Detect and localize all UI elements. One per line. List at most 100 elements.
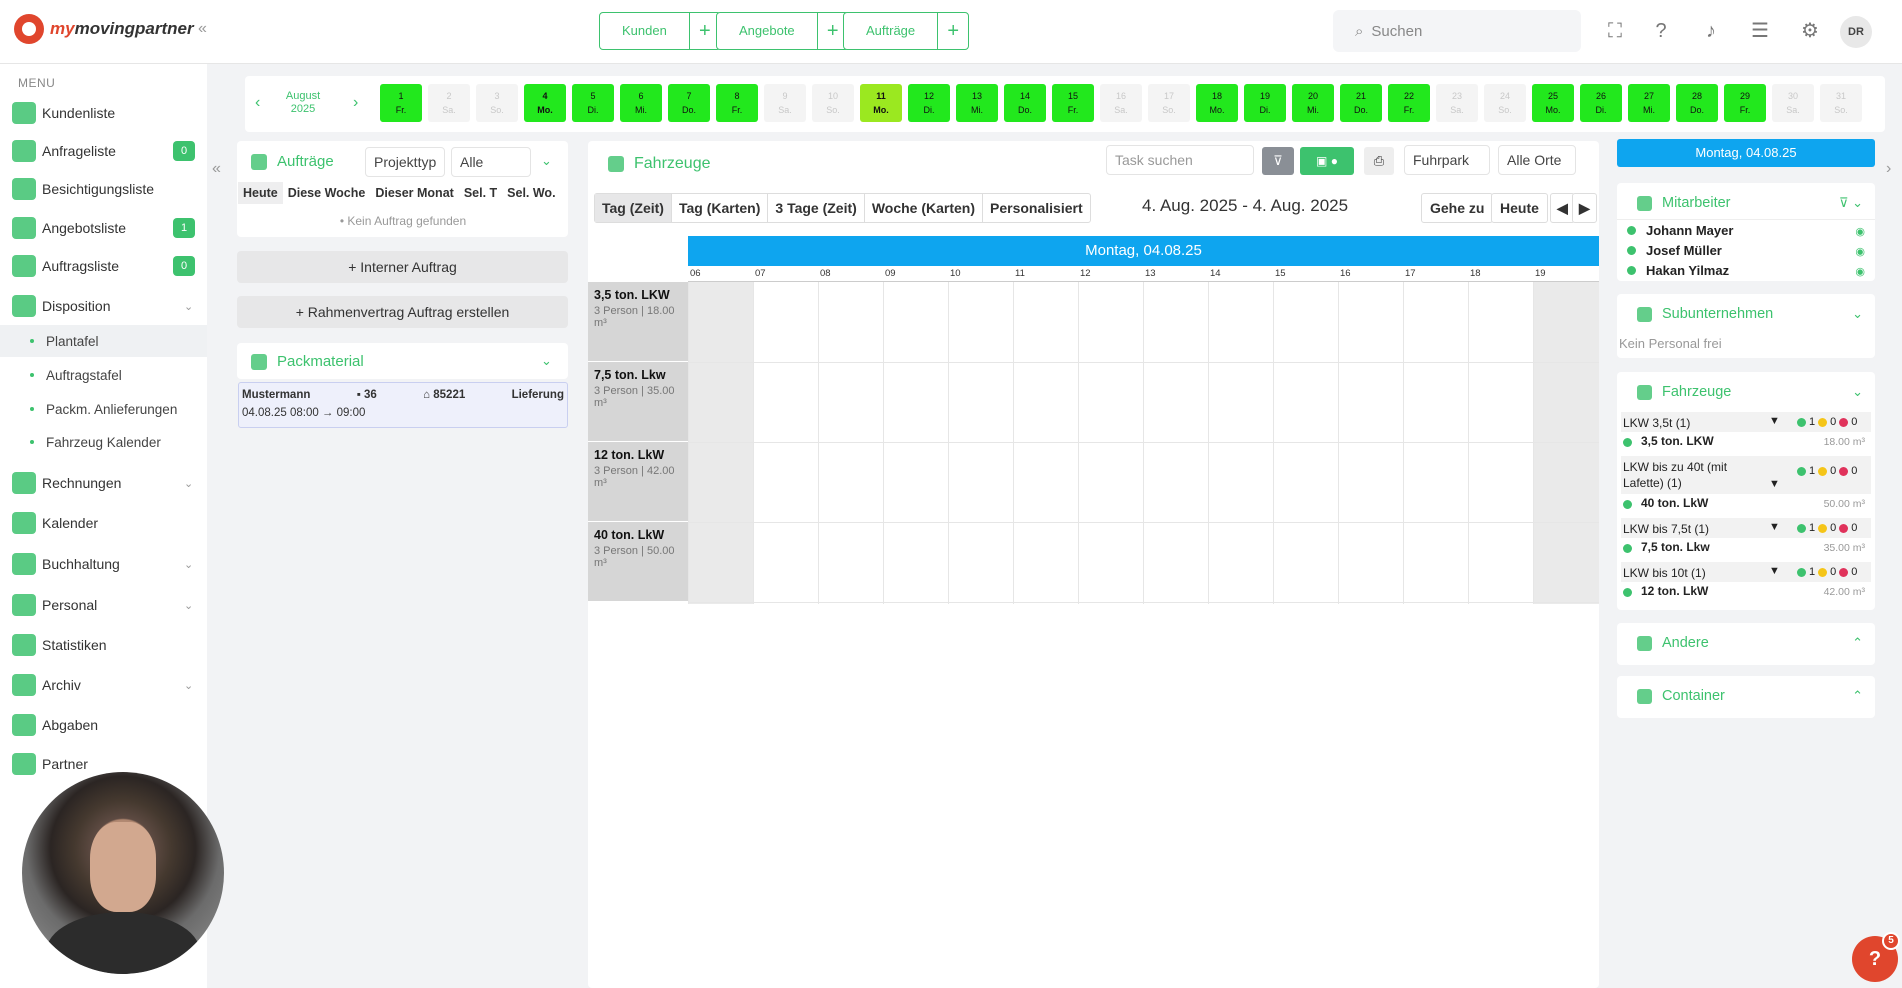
day-cell[interactable]: 8 Fr.: [716, 84, 758, 122]
day-cell[interactable]: 25 Mo.: [1532, 84, 1574, 122]
day-cell[interactable]: 22 Fr.: [1388, 84, 1430, 122]
sidebar-item-statistiken[interactable]: Statistiken: [0, 628, 207, 662]
day-cell[interactable]: 24 So.: [1484, 84, 1526, 122]
sidebar-item-kalender[interactable]: Kalender: [0, 506, 207, 540]
interner-auftrag-button[interactable]: + Interner Auftrag: [237, 251, 568, 283]
day-cell[interactable]: 9 Sa.: [764, 84, 806, 122]
day-cell[interactable]: 18 Mo.: [1196, 84, 1238, 122]
filter-chevron-icon[interactable]: ⊽ ⌄: [1839, 195, 1863, 211]
tab-personalisiert[interactable]: Personalisiert: [983, 194, 1090, 222]
day-cell[interactable]: 3 So.: [476, 84, 518, 122]
day-cell[interactable]: 28 Do.: [1676, 84, 1718, 122]
day-cell[interactable]: 10 So.: [812, 84, 854, 122]
goto-button[interactable]: Gehe zu: [1421, 193, 1494, 223]
day-cell[interactable]: 6 Mi.: [620, 84, 662, 122]
sidebar-item-angebotsliste[interactable]: Angebotsliste 1: [0, 211, 207, 245]
filter-icon[interactable]: ⊽: [1262, 147, 1294, 175]
day-cell[interactable]: 7 Do.: [668, 84, 710, 122]
sidebar-item-besichtigungsliste[interactable]: Besichtigungsliste: [0, 172, 207, 206]
status-select[interactable]: Alle: [451, 147, 531, 177]
sidebar-item-anfrageliste[interactable]: Anfrageliste 0: [0, 134, 207, 168]
tab-sel-wo[interactable]: Sel. Wo.: [502, 182, 560, 204]
next-month-icon[interactable]: ›: [353, 94, 358, 112]
vehicle-row[interactable]: 40 ton. LkW 50.00 m³: [1621, 496, 1871, 514]
mitarbeiter-header[interactable]: Mitarbeiter: [1637, 195, 1731, 211]
avatar[interactable]: DR: [1840, 16, 1872, 48]
tab-sel-t[interactable]: Sel. T: [459, 182, 502, 204]
sidebar-sub-packm-anlieferungen[interactable]: Packm. Anlieferungen: [0, 393, 207, 425]
employee-row[interactable]: Johann Mayer: [1627, 223, 1733, 238]
help-button[interactable]: ? 5: [1852, 932, 1900, 982]
tab-woche-karten[interactable]: Woche (Karten): [865, 194, 984, 222]
next-day-icon[interactable]: ▶: [1572, 193, 1597, 223]
day-cell[interactable]: 5 Di.: [572, 84, 614, 122]
chevron-up-icon[interactable]: ⌃: [1852, 688, 1863, 704]
collapse-right-icon[interactable]: ›: [1886, 160, 1891, 178]
fuhrpark-select[interactable]: Fuhrpark: [1404, 145, 1490, 175]
vehicle-row[interactable]: 3,5 ton. LKW 18.00 m³: [1621, 434, 1871, 452]
day-cell[interactable]: 30 Sa.: [1772, 84, 1814, 122]
day-cell[interactable]: 29 Fr.: [1724, 84, 1766, 122]
resource-row[interactable]: 3,5 ton. LKW 3 Person | 18.00 m³: [588, 282, 688, 362]
day-cell[interactable]: 23 Sa.: [1436, 84, 1478, 122]
tab-tag-karten[interactable]: Tag (Karten): [672, 194, 769, 222]
sidebar-item-disposition[interactable]: Disposition ⌄: [0, 289, 207, 323]
auftraege-button[interactable]: Aufträge: [844, 13, 939, 49]
search-input[interactable]: ⌕ Suchen: [1333, 10, 1581, 52]
chevron-down-icon[interactable]: ⌄: [541, 353, 552, 369]
caret-down-icon[interactable]: ▼: [1769, 415, 1780, 427]
projekttyp-select[interactable]: Projekttyp: [365, 147, 445, 177]
eye-icon[interactable]: ◉: [1855, 245, 1865, 258]
sidebar-item-archiv[interactable]: Archiv ⌄: [0, 668, 207, 702]
resource-row[interactable]: 12 ton. LkW 3 Person | 42.00 m³: [588, 442, 688, 522]
day-cell[interactable]: 2 Sa.: [428, 84, 470, 122]
tab-3-tage-zeit[interactable]: 3 Tage (Zeit): [768, 194, 865, 222]
gear-icon[interactable]: ⚙: [1797, 18, 1823, 44]
chevron-down-icon[interactable]: ⌄: [1852, 306, 1863, 322]
sidebar-item-personal[interactable]: Personal ⌄: [0, 588, 207, 622]
vehicle-group-row[interactable]: LKW bis 7,5t (1) ▼ 1 0 0: [1621, 518, 1871, 538]
tab-tag-zeit[interactable]: Tag (Zeit): [595, 194, 672, 222]
tasks-icon[interactable]: ☰: [1747, 18, 1773, 44]
day-cell[interactable]: 31 So.: [1820, 84, 1862, 122]
truck-person-toggle-icon[interactable]: ▣ ●: [1300, 147, 1354, 175]
tab-heute[interactable]: Heute: [238, 182, 283, 204]
orte-select[interactable]: Alle Orte: [1498, 145, 1576, 175]
sidebar-item-auftragsliste[interactable]: Auftragsliste 0: [0, 249, 207, 283]
resource-row[interactable]: 40 ton. LkW 3 Person | 50.00 m³: [588, 522, 688, 602]
vehicle-group-row[interactable]: LKW 3,5t (1) ▼ 1 0 0: [1621, 412, 1871, 432]
add-auftrag-icon[interactable]: +: [938, 13, 968, 49]
fahrzeuge-side-header[interactable]: Fahrzeuge: [1637, 384, 1731, 400]
chevron-up-icon[interactable]: ⌃: [1852, 635, 1863, 651]
caret-down-icon[interactable]: ▼: [1769, 521, 1780, 533]
andere-box[interactable]: Andere ⌃: [1617, 623, 1875, 665]
day-cell[interactable]: 4 Mo.: [524, 84, 566, 122]
app-logo[interactable]: my movingpartner: [14, 14, 194, 44]
chevron-down-icon[interactable]: ⌄: [1852, 384, 1863, 400]
packmaterial-panel[interactable]: Packmaterial ⌄: [237, 343, 568, 379]
angebote-button[interactable]: Angebote: [717, 13, 818, 49]
sidebar-item-buchhaltung[interactable]: Buchhaltung ⌄: [0, 547, 207, 581]
employee-row[interactable]: Josef Müller: [1627, 243, 1722, 258]
bell-icon[interactable]: ♪: [1698, 18, 1724, 44]
sidebar-item-rechnungen[interactable]: Rechnungen ⌄: [0, 466, 207, 500]
employee-row[interactable]: Hakan Yilmaz: [1627, 263, 1729, 278]
day-cell[interactable]: 1 Fr.: [380, 84, 422, 122]
container-box[interactable]: Container ⌃: [1617, 676, 1875, 718]
sidebar-item-kundenliste[interactable]: Kundenliste: [0, 96, 207, 130]
day-cell[interactable]: 21 Do.: [1340, 84, 1382, 122]
collapse-left-icon[interactable]: «: [212, 160, 221, 178]
caret-down-icon[interactable]: ▼: [1769, 478, 1780, 490]
day-cell[interactable]: 14 Do.: [1004, 84, 1046, 122]
sidebar-sub-auftragstafel[interactable]: Auftragstafel: [0, 359, 207, 391]
today-button[interactable]: Heute: [1491, 193, 1548, 223]
day-cell[interactable]: 13 Mi.: [956, 84, 998, 122]
caret-down-icon[interactable]: ▼: [1769, 565, 1780, 577]
day-cell[interactable]: 27 Mi.: [1628, 84, 1670, 122]
eye-icon[interactable]: ◉: [1855, 265, 1865, 278]
day-cell[interactable]: 16 Sa.: [1100, 84, 1142, 122]
print-icon[interactable]: ⎙: [1364, 147, 1394, 175]
day-cell[interactable]: 26 Di.: [1580, 84, 1622, 122]
help-circle-icon[interactable]: ?: [1648, 18, 1674, 44]
day-cell[interactable]: 17 So.: [1148, 84, 1190, 122]
